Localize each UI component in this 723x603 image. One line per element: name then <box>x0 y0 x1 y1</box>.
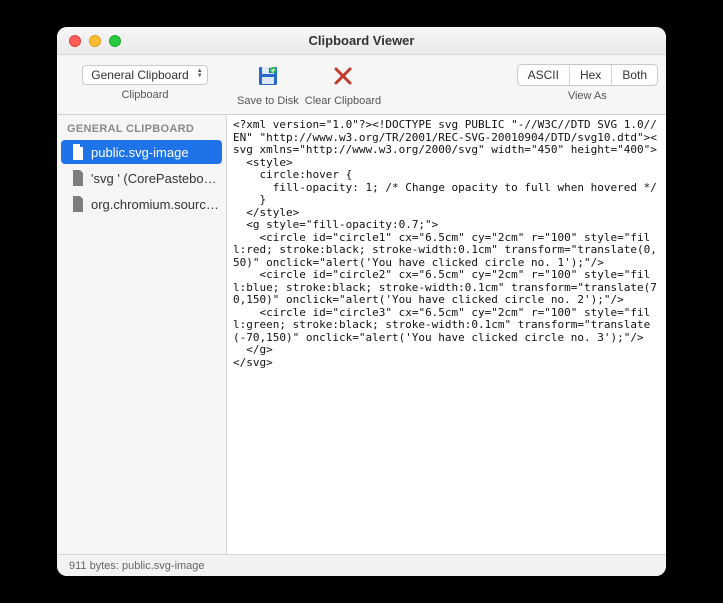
sidebar-item-label: org.chromium.sourc… <box>91 197 219 212</box>
window-title: Clipboard Viewer <box>57 33 666 48</box>
sidebar-item-label: public.svg-image <box>91 145 189 160</box>
chevron-up-down-icon: ▲▼ <box>197 69 203 79</box>
save-to-disk-label: Save to Disk <box>237 95 299 107</box>
view-as-segmented: ASCII Hex Both <box>517 64 658 86</box>
sidebar-item-svg-corepasteboard[interactable]: 'svg ' (CorePastebo… <box>61 166 222 190</box>
content-area[interactable]: <?xml version="1.0"?><!DOCTYPE svg PUBLI… <box>227 115 666 554</box>
sidebar-item-org-chromium-source[interactable]: org.chromium.sourc… <box>61 192 222 216</box>
view-as-both[interactable]: Both <box>612 65 657 85</box>
document-icon <box>71 144 85 160</box>
clipboard-selector[interactable]: General Clipboard ▲▼ <box>82 65 207 85</box>
document-icon <box>71 196 85 212</box>
minimize-button[interactable] <box>89 35 101 47</box>
traffic-lights <box>57 35 121 47</box>
document-icon <box>71 170 85 186</box>
close-button[interactable] <box>69 35 81 47</box>
clipboard-selector-value: General Clipboard <box>91 68 188 82</box>
clear-clipboard-label: Clear Clipboard <box>305 95 381 107</box>
body: GENERAL CLIPBOARD public.svg-image 'svg … <box>57 115 666 554</box>
status-text: 911 bytes: public.svg-image <box>69 560 205 572</box>
toolbar: General Clipboard ▲▼ Clipboard Save to D… <box>57 55 666 115</box>
sidebar: GENERAL CLIPBOARD public.svg-image 'svg … <box>57 115 227 554</box>
x-icon <box>331 64 355 88</box>
titlebar: Clipboard Viewer <box>57 27 666 55</box>
save-to-disk-group: Save to Disk <box>237 59 299 107</box>
sidebar-item-public-svg-image[interactable]: public.svg-image <box>61 140 222 164</box>
floppy-disk-icon <box>256 64 280 88</box>
sidebar-item-label: 'svg ' (CorePastebo… <box>91 171 217 186</box>
clear-clipboard-group: Clear Clipboard <box>305 59 381 107</box>
status-bar: 911 bytes: public.svg-image <box>57 554 666 576</box>
view-as-hex[interactable]: Hex <box>570 65 612 85</box>
view-as-group: ASCII Hex Both View As <box>517 59 658 102</box>
view-as-label: View As <box>568 90 607 102</box>
clear-clipboard-button[interactable] <box>325 61 361 91</box>
sidebar-header: GENERAL CLIPBOARD <box>57 119 226 139</box>
clipboard-selector-label: Clipboard <box>121 89 168 101</box>
clipboard-content-text: <?xml version="1.0"?><!DOCTYPE svg PUBLI… <box>227 115 666 373</box>
clipboard-selector-group: General Clipboard ▲▼ Clipboard <box>65 59 225 101</box>
save-to-disk-button[interactable] <box>250 61 286 91</box>
app-window: Clipboard Viewer General Clipboard ▲▼ Cl… <box>57 27 666 576</box>
view-as-ascii[interactable]: ASCII <box>518 65 570 85</box>
maximize-button[interactable] <box>109 35 121 47</box>
